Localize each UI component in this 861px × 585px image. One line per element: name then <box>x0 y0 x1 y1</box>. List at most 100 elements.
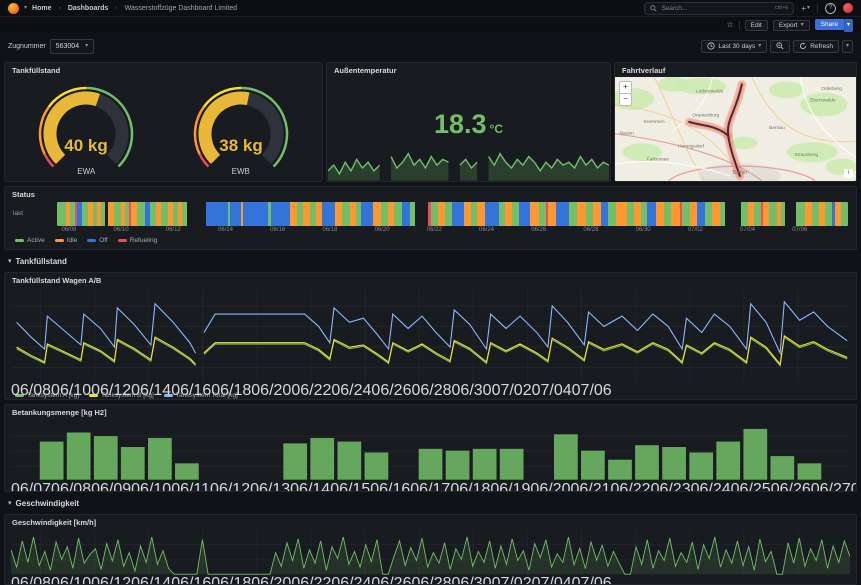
time-range-picker[interactable]: Last 30 days ▾ <box>701 40 767 53</box>
map-zoom-out-button[interactable]: − <box>619 93 632 106</box>
help-icon[interactable]: ? <box>825 3 836 14</box>
panel-title[interactable]: Geschwindigkeit [km/h] <box>5 515 856 529</box>
timeline-segment <box>634 202 642 226</box>
timeline-segment <box>499 202 506 226</box>
axis-tick-label: 06/26 <box>771 481 811 492</box>
panel-title[interactable]: Tankfüllstand <box>5 63 322 77</box>
axis-tick-label: 06/08 <box>11 575 51 585</box>
timeline-segment <box>705 202 712 226</box>
zoom-out-time-button[interactable] <box>770 40 790 53</box>
legend-item[interactable]: Refueling <box>118 237 157 244</box>
search-icon <box>650 5 657 12</box>
dashboard-canvas: Tankfüllstand 40 kgEWA38 kgEWB Außentemp… <box>0 59 861 585</box>
map-zoom-in-button[interactable]: + <box>619 81 632 94</box>
axis-tick-label: 06/22 <box>427 227 442 233</box>
share-menu-button[interactable]: ▾ <box>844 19 853 32</box>
export-button[interactable]: Export▾ <box>773 20 810 31</box>
star-icon[interactable]: ☆ <box>726 21 733 29</box>
panel-title[interactable]: Fahrtverlauf <box>615 63 856 77</box>
panel-title[interactable]: Betankungsmenge [kg H2] <box>5 405 856 419</box>
dashboard-actions-bar: ☆ Edit Export▾ Share ▾ <box>0 17 861 33</box>
divider <box>817 4 818 13</box>
share-button[interactable]: Share <box>815 19 844 30</box>
panel-geschwindigkeit: Geschwindigkeit [km/h] 06/0806/1006/1206… <box>4 514 857 585</box>
axis-tick-label: 06/26 <box>531 227 546 233</box>
timeline-segment <box>690 202 697 226</box>
timeline-segment <box>671 202 680 226</box>
axis-tick-label: 06/19 <box>490 481 530 492</box>
timeline-segment <box>161 202 168 226</box>
timeline-segment <box>452 202 463 226</box>
state-timeline[interactable] <box>57 202 848 226</box>
timeline-segment <box>664 202 671 226</box>
axis-tick-label: 06/16 <box>270 227 285 233</box>
svg-text:Liebenwalde: Liebenwalde <box>696 88 724 94</box>
axis-tick-label: 06/20 <box>375 227 390 233</box>
timeline-segment <box>825 202 832 226</box>
chevron-down-icon[interactable]: ▾ <box>24 5 27 11</box>
map-attribution-icon[interactable]: i <box>844 169 853 178</box>
timeline-segment <box>335 202 342 226</box>
refresh-interval-button[interactable]: ▾ <box>842 40 853 53</box>
axis-tick-label: 06/16 <box>171 382 211 399</box>
timeline-row-label: last <box>13 210 57 217</box>
axis-tick-label: 06/21 <box>570 481 610 492</box>
tank-level-chart[interactable] <box>11 289 850 383</box>
timeline-segment <box>381 202 388 226</box>
panel-title[interactable]: Außentemperatur <box>327 63 610 77</box>
breadcrumb-home[interactable]: Home <box>32 5 51 12</box>
axis-tick-label: 06/12 <box>91 382 131 399</box>
timeline-segment <box>114 202 121 226</box>
section-geschwindigkeit[interactable]: ▾ Geschwindigkeit <box>4 496 857 510</box>
svg-text:Berlin: Berlin <box>732 170 747 176</box>
search-input[interactable]: Search... ctrl+k <box>644 2 794 15</box>
axis-tick-label: 06/24 <box>691 481 731 492</box>
section-tankfuellstand[interactable]: ▾ Tankfüllstand <box>4 254 857 268</box>
user-avatar[interactable] <box>843 3 853 13</box>
axis-tick-label: 06/28 <box>583 227 598 233</box>
clock-icon <box>707 42 715 50</box>
panel-title[interactable]: Status <box>5 187 856 201</box>
legend-item[interactable]: Active <box>15 237 45 244</box>
axis-tick-label: 06/12 <box>210 481 250 492</box>
speed-x-axis: 06/0806/1006/1206/1406/1606/1806/2006/22… <box>11 575 850 584</box>
add-button[interactable]: +▾ <box>801 4 810 13</box>
breadcrumb-separator: › <box>115 5 117 12</box>
timeline-segment <box>485 202 499 226</box>
svg-text:Oranienburg: Oranienburg <box>692 112 719 118</box>
timeline-segment <box>290 202 297 226</box>
gauge-ewa: 40 kgEWA <box>16 81 156 176</box>
axis-tick-label: 06/28 <box>411 575 451 585</box>
panel-tank-wagen-ab: Tankfüllstand Wagen A/B 06/0806/1006/120… <box>4 272 857 400</box>
grafana-logo-icon[interactable] <box>8 3 19 14</box>
variable-select[interactable]: 563004 ▾ <box>50 39 94 54</box>
route-map[interactable]: LiebenwaldeOderbergEberswaldeKremmenOran… <box>615 77 856 182</box>
timeline-segment <box>569 202 577 226</box>
svg-text:Strausberg: Strausberg <box>794 151 818 157</box>
chevron-down-icon: ▾ <box>801 22 804 28</box>
refresh-icon <box>799 42 807 50</box>
refuel-bar-chart[interactable] <box>11 421 850 482</box>
speed-chart[interactable] <box>11 531 850 576</box>
axis-tick-label: 07/02 <box>688 227 703 233</box>
timeline-segment <box>303 202 311 226</box>
breadcrumb-dashboards[interactable]: Dashboards <box>68 5 108 12</box>
axis-tick-label: 06/22 <box>291 575 331 585</box>
timeline-segment <box>402 202 410 226</box>
chevron-down-icon: ▾ <box>8 257 12 265</box>
refresh-button[interactable]: Refresh <box>793 40 839 53</box>
axis-tick-label: 07/06 <box>792 227 807 233</box>
axis-tick-label: 06/24 <box>331 575 371 585</box>
legend-item[interactable]: Idle <box>55 237 77 244</box>
axis-tick-label: 06/08 <box>51 481 91 492</box>
status-x-axis: 06/0806/1006/1206/1406/1606/1806/2006/22… <box>57 227 848 236</box>
timeline-segment <box>841 202 848 226</box>
axis-tick-label: 06/22 <box>611 481 651 492</box>
axis-tick-label: 06/10 <box>51 575 91 585</box>
timeline-segment <box>627 202 634 226</box>
legend-item[interactable]: Off <box>87 237 108 244</box>
timeline-segment <box>725 202 741 226</box>
axis-tick-label: 06/18 <box>450 481 490 492</box>
edit-button[interactable]: Edit <box>745 20 768 31</box>
panel-title[interactable]: Tankfüllstand Wagen A/B <box>5 273 856 287</box>
